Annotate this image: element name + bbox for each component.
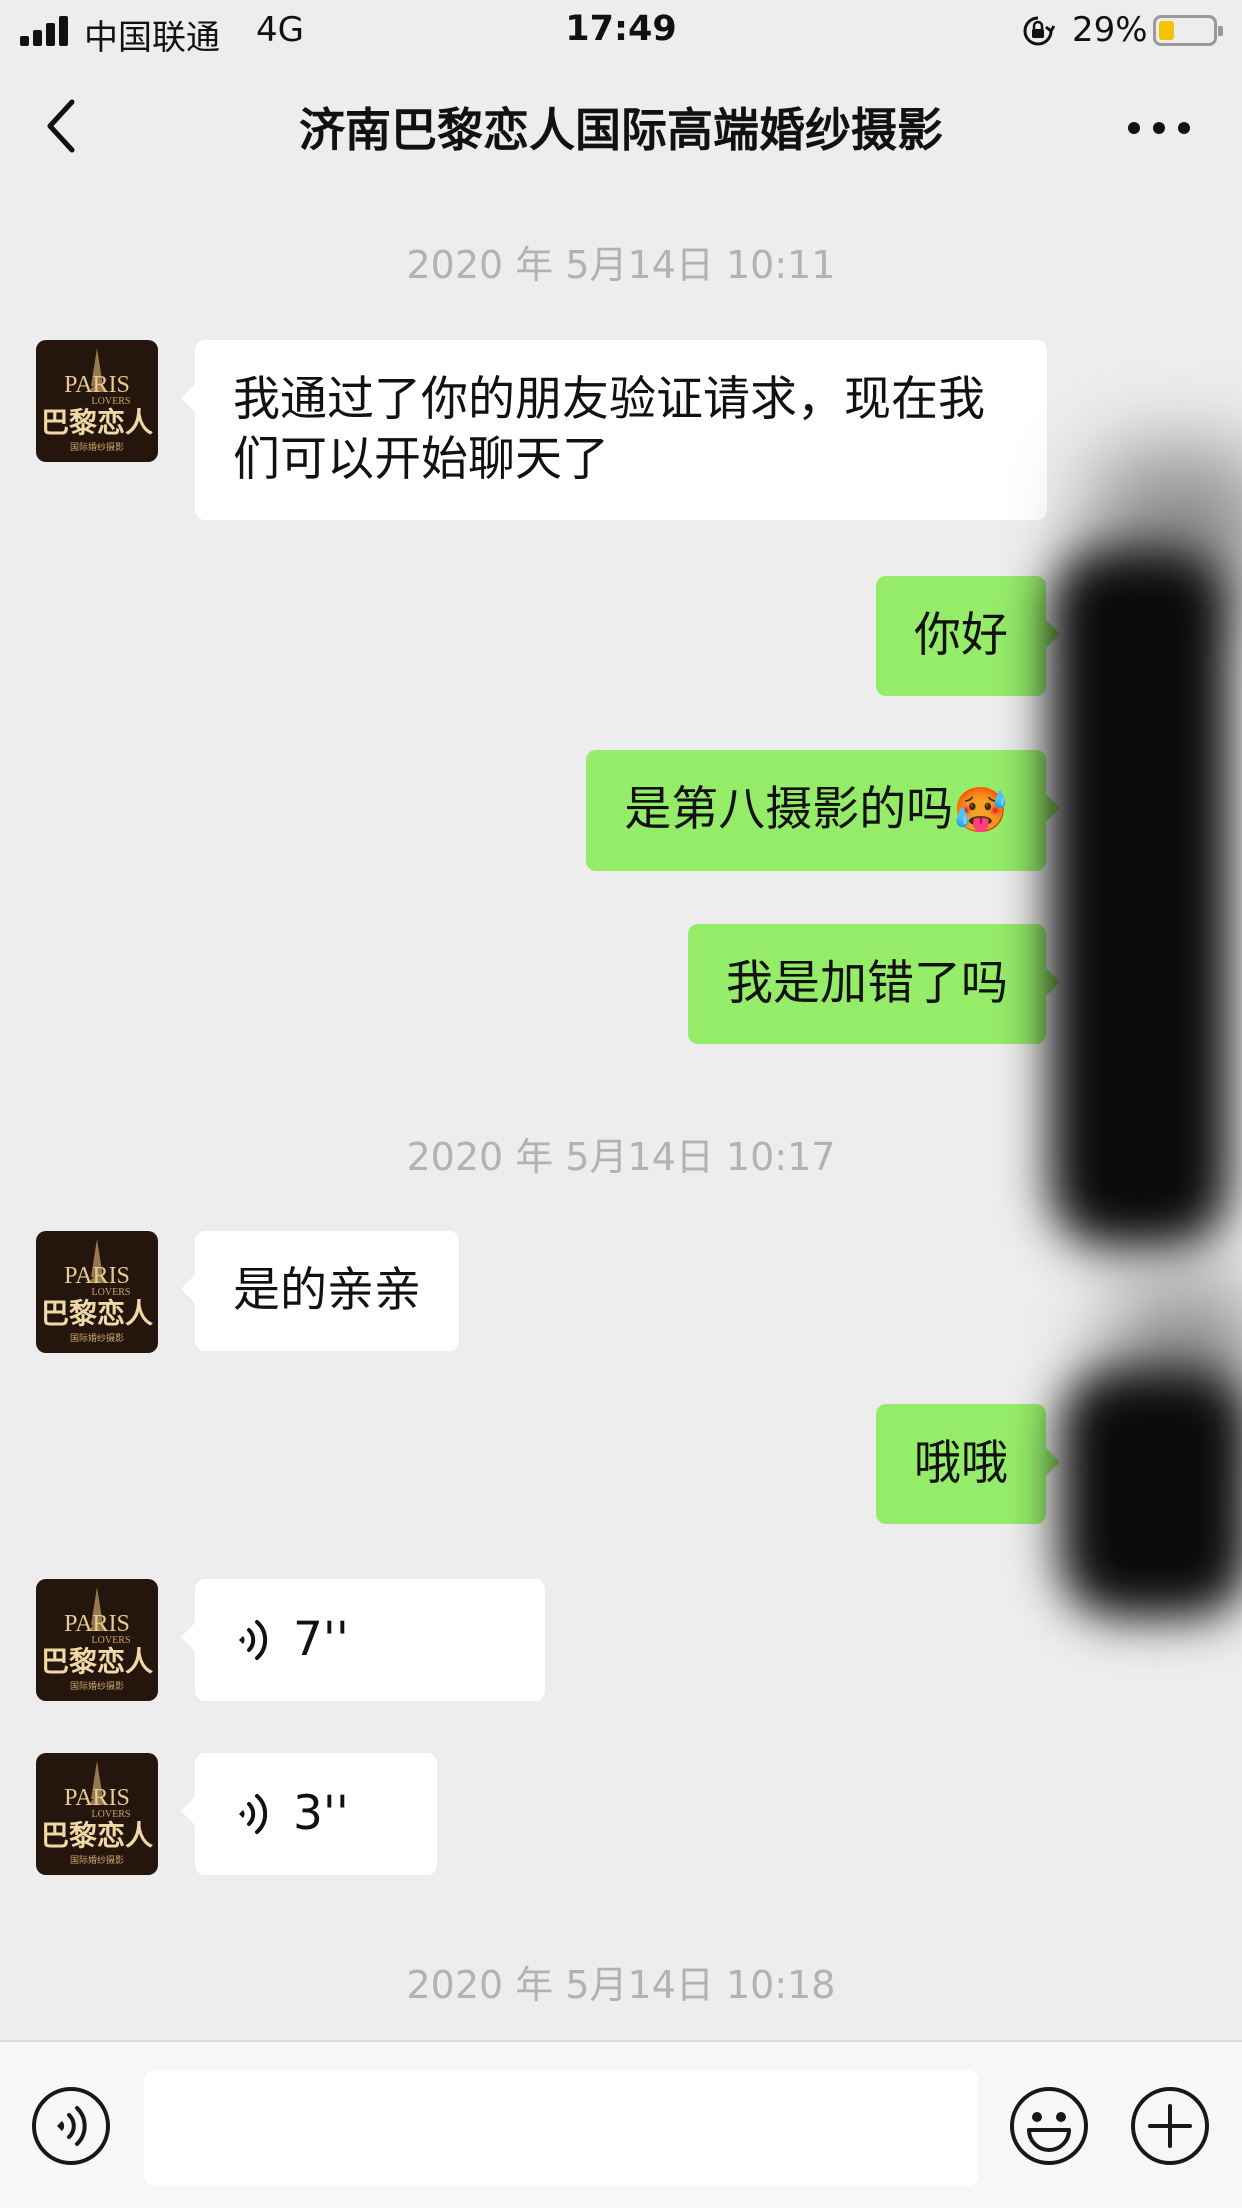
avatar[interactable]: PARIS LOVERS 巴黎恋人 国际婚纱摄影 [36, 340, 158, 462]
battery-percent: 29% [1072, 10, 1148, 50]
status-bar: 中国联通 4G 17:49 29% [0, 0, 1242, 64]
voice-wave-icon [239, 1620, 268, 1660]
voice-duration: 3'' [293, 1786, 349, 1841]
voice-input-icon[interactable] [31, 2086, 111, 2166]
chat-title: 济南巴黎恋人国际高端婚纱摄影 [299, 103, 943, 157]
nav-bar: 济南巴黎恋人国际高端婚纱摄影 [0, 64, 1242, 188]
avatar-logo-text: PARIS [64, 1263, 130, 1289]
message-text: 是第八摄影的吗 [624, 782, 954, 837]
avatar-logo-text: PARIS [64, 1785, 130, 1811]
message-bubble-incoming[interactable]: 我通过了你的朋友验证请求，现在我们可以开始聊天了 [181, 340, 1047, 520]
message-text: 我通过了你的朋友验证请求，现在我们可以开始聊天了 [233, 372, 985, 487]
message-list[interactable]: 2020 年 5月14日 10:11 PARIS LOVERS 巴黎恋人 国际婚… [0, 188, 1242, 2040]
message-bubble-outgoing[interactable]: 我是加错了吗 [688, 924, 1060, 1044]
chevron-left-icon[interactable] [40, 94, 84, 158]
chat-screen: 中国联通 4G 17:49 29% 济南巴黎恋人国际高端婚纱摄影 2020 年 … [0, 0, 1242, 2208]
message-text: 我是加错了吗 [726, 956, 1008, 1011]
more-dots-icon[interactable] [1124, 108, 1194, 148]
avatar-logo-chinese: 巴黎恋人 [41, 406, 153, 439]
emoji-icon[interactable] [1009, 2086, 1089, 2166]
message-text: 是的亲亲 [233, 1263, 421, 1318]
plus-icon[interactable] [1130, 2086, 1210, 2166]
avatar-logo-small: 国际婚纱摄影 [70, 1680, 124, 1692]
message-bubble-outgoing[interactable]: 是第八摄影的吗🥵 [586, 750, 1060, 871]
message-text: 哦哦 [914, 1436, 1008, 1491]
input-bar [0, 2040, 1242, 2208]
flushed-face-emoji: 🥵 [953, 785, 1008, 836]
avatar-logo-small: 国际婚纱摄影 [70, 1332, 124, 1344]
orientation-lock-icon [1023, 16, 1055, 46]
status-time: 17:49 [565, 9, 677, 49]
message-input[interactable] [144, 2070, 978, 2186]
voice-message-bubble[interactable]: 3'' [181, 1753, 437, 1875]
voice-message-bubble[interactable]: 7'' [181, 1579, 545, 1701]
avatar[interactable]: PARIS LOVERS 巴黎恋人 国际婚纱摄影 [36, 1231, 158, 1353]
avatar[interactable]: PARIS LOVERS 巴黎恋人 国际婚纱摄影 [36, 1753, 158, 1875]
avatar-logo-chinese: 巴黎恋人 [41, 1819, 153, 1852]
redaction-smudge [1060, 1368, 1242, 1618]
voice-wave-icon [239, 1794, 268, 1834]
message-bubble-incoming[interactable]: 是的亲亲 [181, 1231, 459, 1351]
redaction-smudge [1050, 548, 1230, 1248]
avatar-logo-small: 国际婚纱摄影 [70, 441, 124, 453]
message-bubble-outgoing[interactable]: 哦哦 [876, 1404, 1060, 1524]
timestamp: 2020 年 5月14日 10:11 [406, 243, 836, 287]
avatar[interactable]: PARIS LOVERS 巴黎恋人 国际婚纱摄影 [36, 1579, 158, 1701]
battery-icon [1153, 15, 1223, 46]
avatar-logo-chinese: 巴黎恋人 [41, 1297, 153, 1330]
avatar-logo-small: 国际婚纱摄影 [70, 1854, 124, 1866]
avatar-logo-chinese: 巴黎恋人 [41, 1645, 153, 1678]
avatar-logo-text: PARIS [64, 372, 130, 398]
message-bubble-outgoing[interactable]: 你好 [876, 576, 1060, 696]
voice-duration: 7'' [293, 1612, 349, 1667]
message-text: 你好 [914, 608, 1008, 663]
timestamp: 2020 年 5月14日 10:18 [406, 1963, 836, 2007]
avatar-logo-text: PARIS [64, 1611, 130, 1637]
battery-level [1159, 21, 1174, 40]
